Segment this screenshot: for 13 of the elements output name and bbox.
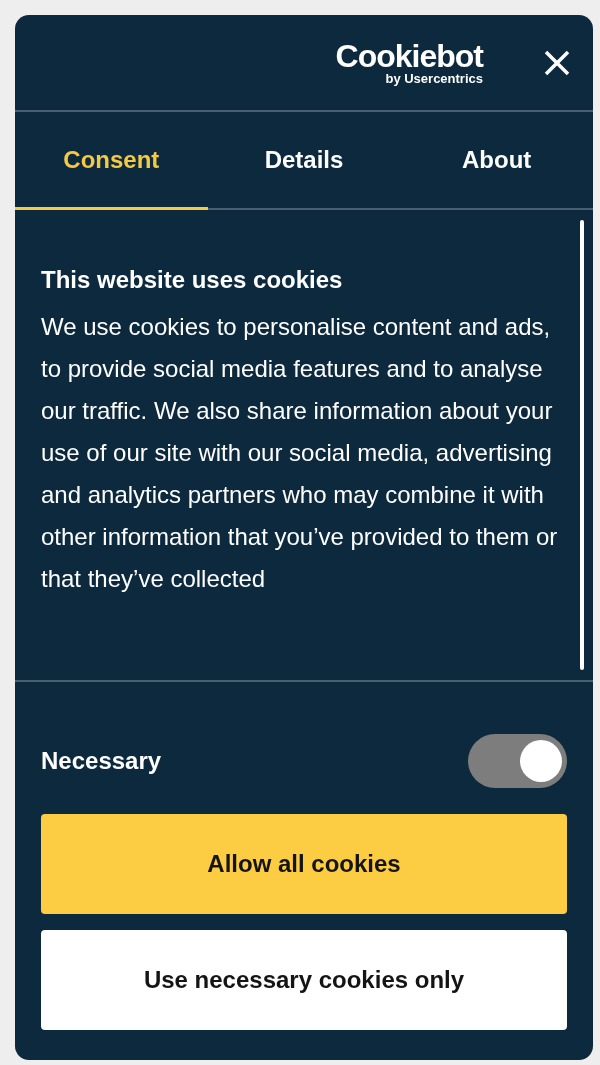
section-title: This website uses cookies	[41, 266, 344, 294]
close-button[interactable]	[543, 48, 571, 77]
close-icon	[543, 48, 571, 77]
tab[interactable]: Details	[207, 112, 401, 210]
necessary-only-button[interactable]: Use necessary cookies only	[41, 930, 567, 1030]
allow-all-button[interactable]: Allow all cookies	[41, 814, 567, 914]
description-text: We use cookies to personalise content and ads, to provide social media features and to analyse our traffic. We also share information about your use of our site with our social media, advertising and analytics partners who may combine it with other information that you’ve provided to them or that they’ve collected	[41, 312, 559, 594]
logo-subtext: by Usercentrics	[385, 72, 483, 85]
tab[interactable]: Consent	[15, 112, 208, 210]
logo-text: Cookiebot	[335, 40, 483, 72]
toggle-label: Necessary	[41, 747, 162, 775]
tab[interactable]: About	[400, 112, 593, 210]
scrollbar[interactable]	[580, 220, 584, 670]
